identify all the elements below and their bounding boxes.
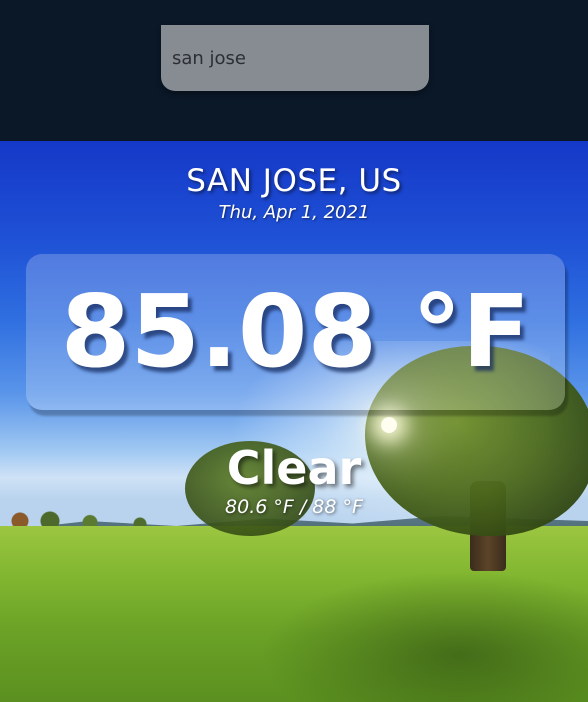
temperature-card: 85.08 °F [26,254,565,410]
weather-background: SAN JOSE, US Thu, Apr 1, 2021 85.08 °F C… [0,141,588,702]
tree-shadow [260,571,588,702]
temperature-value: 85.08 °F [60,273,531,390]
city-name: SAN JOSE, US [186,163,402,199]
weather-condition: Clear [226,441,362,495]
header-bar [0,0,588,141]
search-input[interactable] [161,25,429,91]
current-date: Thu, Apr 1, 2021 [218,202,370,223]
sun [381,417,397,433]
temperature-range: 80.6 °F / 88 °F [225,496,363,518]
